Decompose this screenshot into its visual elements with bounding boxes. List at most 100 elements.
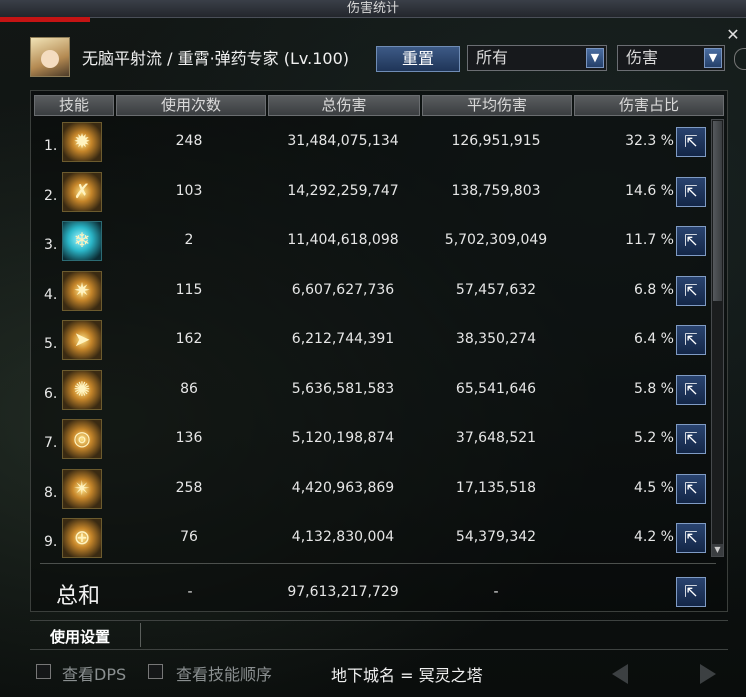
next-arrow-icon[interactable]	[700, 664, 716, 684]
damage-share: 32.3 %	[625, 133, 674, 149]
avatar	[30, 37, 70, 77]
rank-number: 1.	[44, 138, 58, 154]
share-icon[interactable]: ⇱	[676, 577, 706, 607]
dungeon-name: 地下城名 = 冥灵之塔	[331, 666, 483, 685]
damage-share: 5.8 %	[633, 380, 674, 397]
view-dps-label: 查看DPS	[62, 665, 127, 684]
total-damage: 97,613,217,729	[287, 584, 399, 600]
table-row[interactable]: 2. ✗ 103 14,292,259,747 138,759,803 14.6…	[34, 169, 709, 217]
table-row[interactable]: 6. ✺ 86 5,636,581,583 65,541,646 5.8 % ⇱	[34, 367, 709, 415]
damage-share: 6.8 %	[633, 281, 674, 298]
total-damage: 11,404,618,098	[287, 232, 399, 248]
table-row[interactable]: 8. ✴ 258 4,420,963,869 17,135,518 4.5 % …	[34, 466, 709, 514]
total-damage: 4,420,963,869	[291, 479, 395, 496]
table-row[interactable]: 3. ❄ 2 11,404,618,098 5,702,309,049 11.7…	[34, 218, 709, 266]
uses-count: 103	[175, 182, 203, 199]
col-header-skill: 技能	[34, 95, 114, 116]
rank-number: 3.	[44, 237, 58, 253]
share-icon[interactable]: ⇱	[676, 374, 706, 405]
character-name: 无脑平射流 / 重霄·弹药专家 (Lv.100)	[82, 49, 349, 68]
bullet-trail-skill-icon[interactable]: ➤	[62, 320, 102, 360]
crosshair-grenade-skill-icon[interactable]: ⊕	[62, 518, 102, 558]
scrollbar[interactable]: ▼	[711, 119, 724, 557]
rank-number: 5.	[44, 336, 58, 352]
filter-select-value: 所有	[476, 48, 509, 67]
total-uses: -	[187, 584, 193, 600]
table-row[interactable]: 4. ✷ 115 6,607,627,736 57,457,632 6.8 % …	[34, 268, 709, 316]
avg-damage: 138,759,803	[451, 182, 541, 199]
avg-damage: 5,702,309,049	[444, 232, 548, 248]
mode-select-value: 伤害	[626, 48, 659, 67]
view-order-label: 查看技能顺序	[176, 665, 273, 684]
share-icon[interactable]: ⇱	[676, 523, 706, 553]
rank-number: 7.	[44, 435, 58, 451]
total-damage: 5,120,198,874	[291, 430, 395, 446]
frost-burst-skill-icon[interactable]: ❄	[62, 221, 102, 261]
damage-share: 14.6 %	[625, 182, 674, 199]
close-icon[interactable]: ✕	[726, 27, 740, 43]
rank-number: 8.	[44, 484, 58, 501]
view-order-checkbox[interactable]	[148, 664, 163, 679]
avg-damage: 38,350,274	[455, 331, 537, 347]
avg-damage: 37,648,521	[455, 430, 537, 446]
damage-share: 5.2 %	[633, 430, 674, 446]
mode-select[interactable]: 伤害 ▼	[617, 45, 725, 71]
fire-ring-skill-icon[interactable]: ✹	[62, 122, 102, 162]
avg-damage: 57,457,632	[455, 281, 537, 298]
col-header-uses: 使用次数	[116, 95, 266, 116]
target-lock-skill-icon[interactable]: ◎	[62, 419, 102, 459]
total-damage: 6,607,627,736	[291, 281, 395, 298]
col-header-total: 总伤害	[268, 95, 420, 116]
damage-share: 11.7 %	[625, 232, 674, 248]
filter-select[interactable]: 所有 ▼	[467, 45, 607, 71]
uses-count: 248	[175, 133, 203, 149]
spread-shot-skill-icon[interactable]: ✴	[62, 468, 102, 509]
col-header-pct: 伤害占比	[574, 95, 724, 116]
settings-label[interactable]: 使用设置	[50, 626, 110, 647]
divider	[40, 563, 716, 564]
share-icon[interactable]: ⇱	[676, 275, 706, 306]
share-icon[interactable]: ⇱	[676, 473, 706, 504]
share-icon[interactable]: ⇱	[676, 226, 706, 256]
settings-bar: 使用设置	[30, 620, 728, 650]
table-row[interactable]: 9. ⊕ 76 4,132,830,004 54,379,342 4.2 % ⇱	[34, 515, 709, 563]
scrollbar-thumb[interactable]	[713, 121, 722, 301]
chevron-down-icon[interactable]: ▼	[704, 48, 722, 68]
hp-bar	[0, 17, 90, 22]
col-header-avg: 平均伤害	[422, 95, 572, 116]
rank-number: 9.	[44, 534, 58, 550]
total-damage: 4,132,830,004	[291, 529, 395, 545]
uses-count: 76	[180, 529, 198, 545]
chevron-down-icon[interactable]: ▼	[586, 48, 604, 68]
share-icon[interactable]: ⇱	[676, 325, 706, 355]
total-avg: -	[493, 584, 499, 600]
table-row[interactable]: 7. ◎ 136 5,120,198,874 37,648,521 5.2 % …	[34, 416, 709, 464]
total-damage: 5,636,581,583	[291, 380, 395, 397]
spark-blast-skill-icon[interactable]: ✷	[62, 270, 102, 311]
uses-count: 2	[184, 232, 194, 248]
partial-toggle	[734, 48, 746, 70]
divider	[140, 623, 141, 647]
crossed-shot-skill-icon[interactable]: ✗	[62, 171, 102, 212]
table-row[interactable]: 1. ✹ 248 31,484,075,134 126,951,915 32.3…	[34, 119, 709, 167]
avg-damage: 17,135,518	[455, 479, 537, 496]
starburst-skill-icon[interactable]: ✺	[62, 369, 102, 410]
prev-arrow-icon[interactable]	[612, 664, 628, 684]
scroll-down-icon[interactable]: ▼	[712, 544, 723, 556]
uses-count: 86	[180, 380, 198, 397]
share-icon[interactable]: ⇱	[676, 127, 706, 157]
window-titlebar[interactable]: 伤害统计	[0, 0, 746, 18]
total-damage: 6,212,744,391	[291, 331, 395, 347]
share-icon[interactable]: ⇱	[676, 176, 706, 207]
uses-count: 258	[175, 479, 203, 496]
avg-damage: 65,541,646	[455, 380, 537, 397]
damage-share: 4.2 %	[633, 529, 674, 545]
window-title: 伤害统计	[346, 1, 399, 16]
share-icon[interactable]: ⇱	[676, 424, 706, 454]
rank-number: 6.	[44, 385, 58, 402]
total-label: 总和	[56, 584, 101, 609]
table-row[interactable]: 5. ➤ 162 6,212,744,391 38,350,274 6.4 % …	[34, 317, 709, 365]
reset-button[interactable]: 重置	[376, 46, 460, 72]
view-dps-checkbox[interactable]	[36, 664, 51, 679]
damage-share: 4.5 %	[633, 479, 674, 496]
